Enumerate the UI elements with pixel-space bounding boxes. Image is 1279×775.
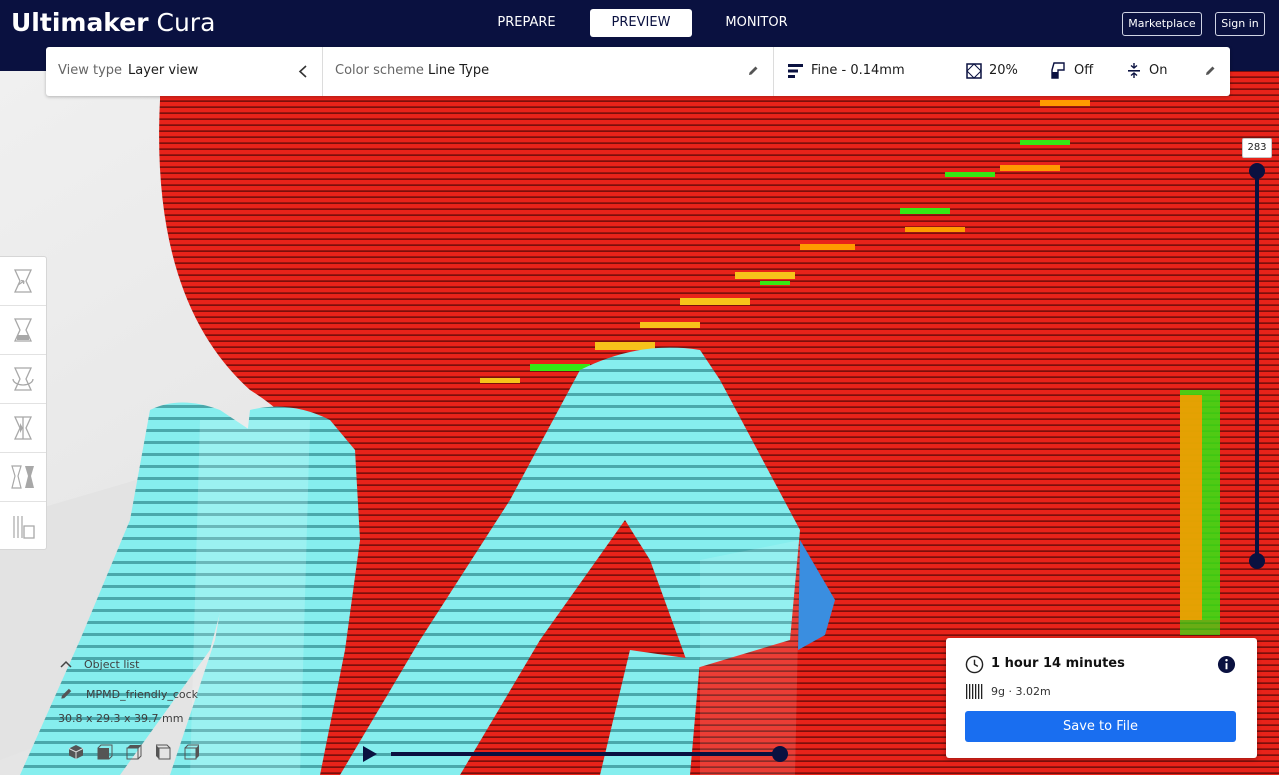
view-type-value: Layer view <box>128 63 199 78</box>
tab-prepare[interactable]: PREPARE <box>470 9 583 37</box>
print-time: 1 hour 14 minutes <box>991 656 1125 671</box>
current-layer-label[interactable]: 283 <box>1242 138 1272 158</box>
support-value: Off <box>1074 63 1094 78</box>
view-3d-button[interactable] <box>61 741 90 763</box>
layer-slider-upper-handle[interactable] <box>1249 163 1265 179</box>
cube-left-icon <box>155 744 170 760</box>
sign-in-button[interactable]: Sign in <box>1215 12 1265 36</box>
move-tool-button[interactable] <box>0 257 46 306</box>
tab-preview[interactable]: PREVIEW <box>590 9 692 37</box>
view-type-dropdown[interactable]: View type Layer view <box>46 47 322 96</box>
object-list-title: Object list <box>84 658 140 671</box>
rotate-tool-button[interactable] <box>0 355 46 404</box>
support-blocker-button[interactable] <box>0 502 46 551</box>
tab-monitor[interactable]: MONITOR <box>700 9 813 37</box>
layer-slider[interactable]: 283 <box>1242 138 1272 578</box>
scale-icon <box>13 318 33 342</box>
adhesion-icon <box>1128 63 1140 78</box>
view-settings-bar: View type Layer view Color scheme Line T… <box>46 47 1230 96</box>
play-icon[interactable] <box>363 746 377 762</box>
view-type-label: View type <box>58 63 123 78</box>
infill-value: 20% <box>989 63 1018 78</box>
adhesion-value: On <box>1149 63 1168 78</box>
color-scheme-value: Line Type <box>428 63 490 78</box>
marketplace-button[interactable]: Marketplace <box>1122 12 1202 36</box>
object-name: MPMD_friendly_cock <box>86 688 199 701</box>
print-settings-dropdown[interactable]: Fine - 0.14mm 20% Off On <box>774 47 1230 96</box>
layer-slider-lower-handle[interactable] <box>1249 553 1265 569</box>
chevron-left-icon[interactable] <box>298 65 308 78</box>
tool-panel <box>0 256 47 550</box>
color-scheme-dropdown[interactable]: Color scheme Line Type <box>323 47 773 96</box>
scale-tool-button[interactable] <box>0 306 46 355</box>
mirror-icon <box>13 416 33 440</box>
view-front-button[interactable] <box>90 741 119 763</box>
support-icon <box>1051 62 1065 79</box>
save-to-file-button[interactable]: Save to File <box>965 711 1236 742</box>
cube-front-icon <box>97 744 112 760</box>
cube-right-icon <box>184 744 199 760</box>
spool-icon <box>966 684 983 699</box>
profile-lines-icon <box>788 64 803 78</box>
color-scheme-label: Color scheme <box>335 63 424 78</box>
infill-icon <box>966 63 982 79</box>
camera-view-buttons <box>61 741 206 763</box>
mirror-tool-button[interactable] <box>0 404 46 453</box>
support-blocker-icon <box>13 515 35 539</box>
logo-light-text: Cura <box>148 8 216 37</box>
clock-icon <box>965 655 984 674</box>
rotate-icon <box>12 367 34 391</box>
path-slider-track[interactable] <box>391 752 781 756</box>
pencil-icon[interactable] <box>1204 65 1216 77</box>
view-top-button[interactable] <box>119 741 148 763</box>
cube-top-icon <box>126 744 141 760</box>
per-model-settings-button[interactable] <box>0 453 46 502</box>
view-left-button[interactable] <box>148 741 177 763</box>
chevron-up-icon <box>60 660 72 668</box>
path-slider <box>360 742 790 766</box>
stage-tabs: PREPARE PREVIEW MONITOR <box>470 9 812 37</box>
profile-value: Fine - 0.14mm <box>811 63 905 78</box>
path-slider-graphic <box>363 746 788 762</box>
app-logo: Ultimaker Cura <box>11 6 215 40</box>
view-right-button[interactable] <box>177 741 206 763</box>
layer-slider-track[interactable] <box>1255 171 1259 561</box>
logo-bold-text: Ultimaker <box>11 8 149 37</box>
cube-3d-icon <box>68 745 83 759</box>
object-dimensions: 30.8 x 29.3 x 39.7 mm <box>58 712 184 725</box>
move-icon <box>13 269 33 293</box>
info-icon[interactable] <box>1217 655 1236 674</box>
pencil-icon[interactable] <box>747 65 759 77</box>
path-slider-handle[interactable] <box>772 746 788 762</box>
pencil-icon <box>61 688 72 699</box>
print-information-panel: 1 hour 14 minutes 9g · 3.02m Save to Fil… <box>946 638 1257 758</box>
material-usage: 9g · 3.02m <box>991 685 1051 698</box>
per-model-settings-icon <box>11 465 34 489</box>
